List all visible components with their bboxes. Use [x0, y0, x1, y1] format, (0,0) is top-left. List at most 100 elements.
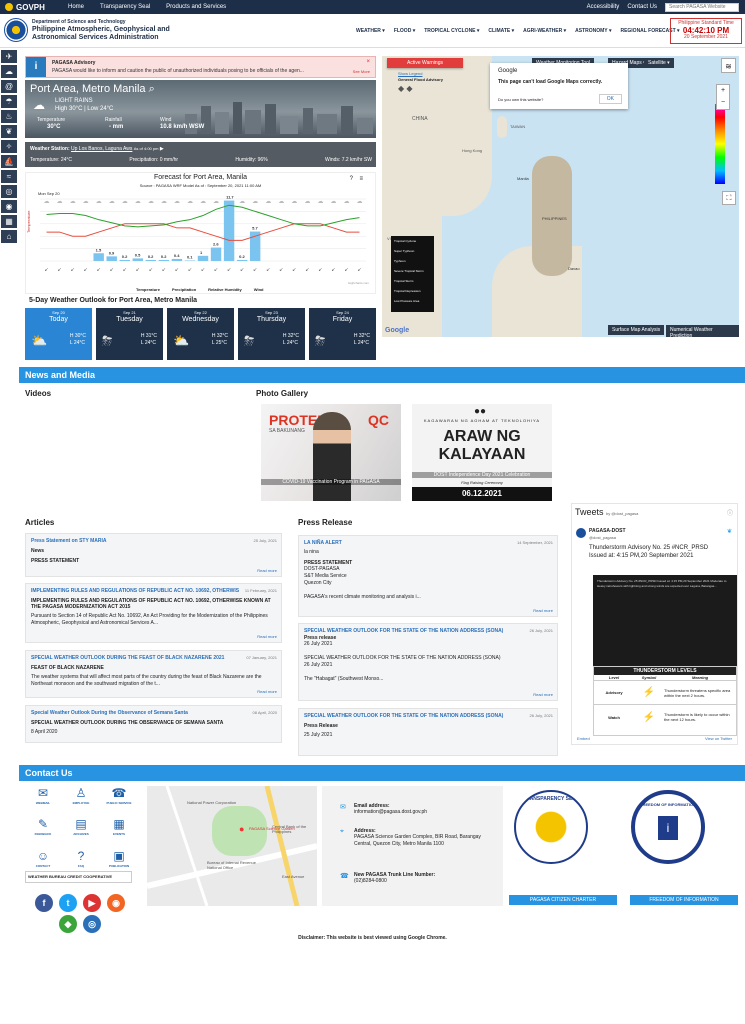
- web-app-icon[interactable]: ◎: [83, 915, 101, 933]
- read-more-link[interactable]: Read more: [257, 634, 277, 639]
- article-title-link[interactable]: Special Weather Outlook During the Obser…: [31, 710, 276, 716]
- outlook-day[interactable]: Sep 21 Tuesday ⛈ H 31°C L 24°C: [96, 308, 163, 360]
- satellite-dropdown[interactable]: Satellite ▾: [644, 58, 674, 68]
- station-name-link[interactable]: Up Los Banos, Laguna Aws: [71, 146, 132, 152]
- press-title-link[interactable]: LA NIÑA ALERT: [304, 540, 552, 546]
- layers-icon[interactable]: ≋: [721, 58, 736, 73]
- legend-precipitation[interactable]: Precipitation: [172, 287, 196, 292]
- weather-map[interactable]: CHINA TAIWAN Hong Kong PHILIPPINES VIETN…: [382, 56, 739, 337]
- location-map[interactable]: ● PAGASA Science Garden National Power C…: [147, 786, 317, 906]
- advisory-see-more-link[interactable]: See More: [353, 69, 370, 74]
- calendar-icon[interactable]: ▦: [1, 215, 17, 228]
- popup-ok-button[interactable]: OK: [598, 94, 622, 104]
- map-poi-label: Bureau of Internal Revenue National Offi…: [207, 860, 256, 870]
- read-more-link[interactable]: Read more: [257, 568, 277, 573]
- fullscreen-icon[interactable]: ⛶: [722, 191, 736, 205]
- nav-climate[interactable]: CLIMATE ▾: [488, 28, 514, 34]
- active-warnings-button[interactable]: Active Warnings: [387, 58, 463, 68]
- foi-logo[interactable]: FREEDOM OF INFORMATION i: [631, 790, 705, 864]
- play-icon[interactable]: ▶: [160, 146, 164, 152]
- tweet-account[interactable]: PAGASA-DOST: [589, 528, 626, 534]
- plane-icon[interactable]: ✈: [1, 50, 17, 63]
- avatar[interactable]: [576, 528, 586, 538]
- press-title-link[interactable]: SPECIAL WEATHER OUTLOOK FOR THE STATE OF…: [304, 628, 514, 634]
- station-winds: Winds: 7.2 km/hr SW: [325, 157, 372, 163]
- android-icon[interactable]: ◆: [59, 915, 77, 933]
- nav-astronomy[interactable]: ASTRONOMY ▾: [575, 28, 611, 34]
- advisory-close-button[interactable]: ×: [366, 59, 370, 65]
- rain-icon[interactable]: ☂: [1, 95, 17, 108]
- site-search-input[interactable]: [665, 2, 739, 12]
- nav-transparency-seal[interactable]: Transparency Seal: [92, 4, 158, 10]
- chart-menu-icon[interactable]: ≡: [359, 176, 363, 182]
- twitter-bird-icon: ❦: [726, 529, 732, 535]
- outlook-day[interactable]: Sep 23 Thursday ⛈ H 32°C L 24°C: [238, 308, 305, 360]
- show-legend-link[interactable]: Show Legend: [398, 71, 422, 76]
- lock-icon[interactable]: ⌂: [1, 230, 17, 243]
- article-title-link[interactable]: Press Statement on STY MARIA: [31, 538, 276, 544]
- govph-logo[interactable]: GOVPH: [5, 3, 60, 12]
- outlook-day[interactable]: Sep 22 Wednesday ⛅ H 32°C L 25°C: [167, 308, 234, 360]
- radar-icon[interactable]: ◉: [1, 200, 17, 213]
- facebook-icon[interactable]: f: [35, 894, 53, 912]
- contact-link[interactable]: Contact Us: [627, 4, 657, 10]
- nav-weather[interactable]: WEATHER ▾: [356, 28, 385, 34]
- surface-map-button[interactable]: Surface Map Analysis: [608, 325, 665, 335]
- twitter-icon[interactable]: t: [59, 894, 77, 912]
- satellite-icon[interactable]: ✧: [1, 140, 17, 153]
- events-link[interactable]: ▦ EVENTS: [101, 817, 137, 846]
- transparency-seal-logo[interactable]: TRANSPARENCY SEAL: [514, 790, 588, 864]
- email-value[interactable]: information@pagasa.dost.gov.ph: [354, 809, 427, 816]
- wave-icon[interactable]: ≈: [1, 170, 17, 183]
- gallery-photo[interactable]: PROTEK SA BAKUNANG QC COVID-19 Vaccinati…: [261, 404, 401, 501]
- feedback-link[interactable]: ✎ FEEDBACK: [25, 817, 61, 846]
- nav-home[interactable]: Home: [60, 4, 92, 10]
- pagasa-seal-logo[interactable]: [4, 18, 28, 42]
- outlook-day[interactable]: Sep 24 Friday ⛈ H 32°C L 24°C: [309, 308, 376, 360]
- webmail-link[interactable]: ✉ WEBMAIL: [25, 786, 61, 815]
- rss-icon[interactable]: ◉: [107, 894, 125, 912]
- leaf-icon[interactable]: ❦: [1, 125, 17, 138]
- tweet-image[interactable]: Thunderstorm Advisory No. 25 #NCR_PRSD I…: [593, 575, 737, 666]
- nav-agri-weather[interactable]: AGRI-WEATHER ▾: [523, 28, 566, 34]
- wind-arrow-icon: ↙: [318, 267, 322, 273]
- credit-coop-banner[interactable]: WEATHER BUREAU CREDIT COOPERATIVE: [25, 871, 132, 883]
- cloud-icon[interactable]: ☁: [1, 65, 17, 78]
- earth-icon[interactable]: ◎: [1, 185, 17, 198]
- tweet-handle[interactable]: @dost_pagasa: [589, 535, 616, 540]
- legend-humidity[interactable]: Relative Humidity: [208, 287, 242, 292]
- outlook-day[interactable]: Sep 20 Today ⛅ H 30°C L 24°C: [25, 308, 92, 360]
- employee-link[interactable]: ♙ EMPLOYEE: [63, 786, 99, 815]
- nav-products-services[interactable]: Products and Services: [158, 4, 234, 10]
- read-more-link[interactable]: Read more: [533, 608, 553, 613]
- info-icon[interactable]: ⓘ: [727, 508, 733, 517]
- flood-icon[interactable]: ◆ ◆: [398, 84, 413, 93]
- article-title-link[interactable]: SPECIAL WEATHER OUTLOOK DURING THE FEAST…: [31, 655, 241, 661]
- boat-icon[interactable]: ⛵: [1, 155, 17, 168]
- embed-link[interactable]: Embed: [577, 736, 590, 741]
- read-more-link[interactable]: Read more: [257, 689, 277, 694]
- gallery-photo[interactable]: ●● KAGAWARAN NG AGHAM AT TEKNOLOHIYA ARA…: [412, 404, 552, 501]
- legend-temperature[interactable]: Temperature: [136, 287, 160, 292]
- nav-flood[interactable]: FLOOD ▾: [394, 28, 415, 34]
- nwp-button[interactable]: Numerical Weather Prediction: [666, 325, 739, 337]
- accessibility-link[interactable]: Accessibility: [587, 4, 620, 10]
- public-service-link[interactable]: ☎ PUBLIC SERVICE: [101, 786, 137, 815]
- press-title-link[interactable]: SPECIAL WEATHER OUTLOOK FOR THE STATE OF…: [304, 713, 514, 719]
- youtube-icon[interactable]: ▶: [83, 894, 101, 912]
- help-icon[interactable]: ?: [350, 176, 353, 182]
- archives-link[interactable]: ▤ ARCHIVES: [63, 817, 99, 846]
- view-on-twitter-link[interactable]: View on Twitter: [705, 736, 732, 741]
- read-more-link[interactable]: Read more: [533, 692, 553, 697]
- citizen-charter-button[interactable]: PAGASA CITIZEN CHARTER: [509, 895, 617, 905]
- thermometer-icon[interactable]: ♨: [1, 110, 17, 123]
- zoom-out-icon[interactable]: −: [717, 97, 729, 109]
- legend-wind[interactable]: Wind: [254, 287, 264, 292]
- nav-tropical-cyclone[interactable]: TROPICAL CYCLONE ▾: [424, 28, 479, 34]
- foi-button[interactable]: FREEDOM OF INFORMATION: [630, 895, 738, 905]
- map-pin-icon[interactable]: ●: [239, 824, 244, 834]
- article-title-link[interactable]: IMPLEMENTING RULES AND REGULATIONS OF RE…: [31, 588, 246, 594]
- cyclone-icon[interactable]: @: [1, 80, 17, 93]
- zoom-in-icon[interactable]: +: [717, 85, 729, 97]
- search-icon[interactable]: ⌕: [149, 83, 155, 95]
